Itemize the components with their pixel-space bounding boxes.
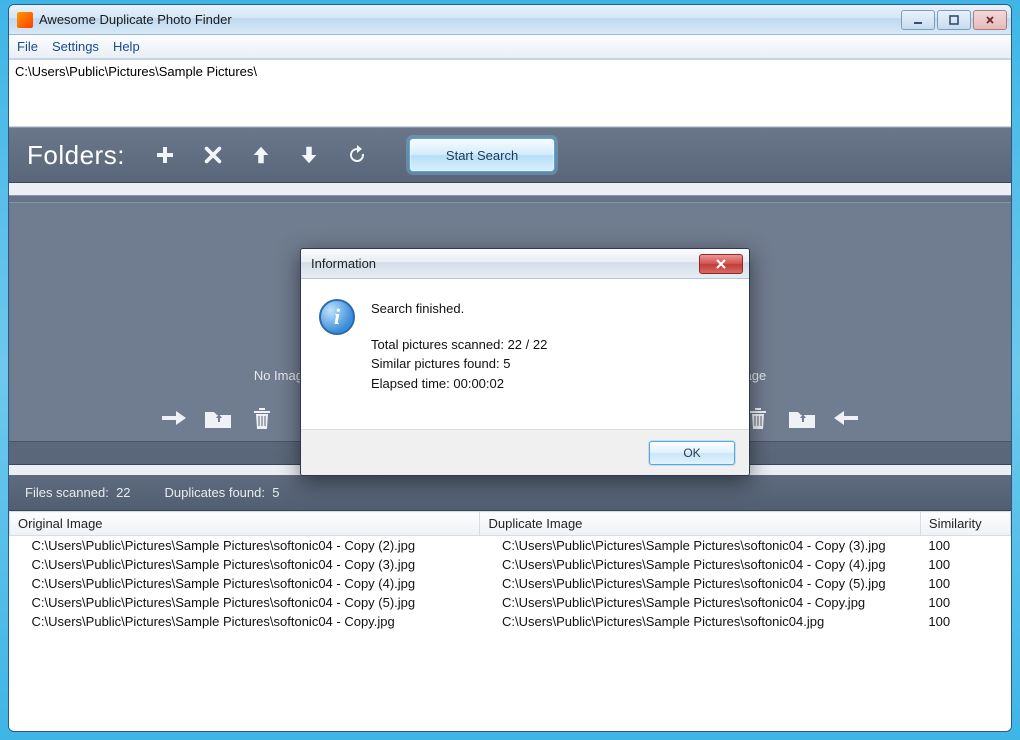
- cell-original: C:\Users\Public\Pictures\Sample Pictures…: [10, 574, 480, 593]
- files-scanned: Files scanned: 22: [25, 485, 131, 500]
- table-row[interactable]: C:\Users\Public\Pictures\Sample Pictures…: [10, 536, 1011, 556]
- cell-similarity: 100: [920, 593, 1010, 612]
- ok-button[interactable]: OK: [649, 441, 735, 465]
- menu-help[interactable]: Help: [113, 39, 140, 54]
- cell-duplicate: C:\Users\Public\Pictures\Sample Pictures…: [480, 593, 920, 612]
- files-scanned-label: Files scanned:: [25, 485, 109, 500]
- dialog-title: Information: [311, 256, 699, 271]
- table-row[interactable]: C:\Users\Public\Pictures\Sample Pictures…: [10, 574, 1011, 593]
- dialog-body: i Search finished. Total pictures scanne…: [301, 279, 749, 429]
- duplicates-found-value: 5: [272, 485, 279, 500]
- cell-similarity: 100: [920, 536, 1010, 556]
- information-dialog: Information i Search finished. Total pic…: [300, 248, 750, 476]
- ok-button-label: OK: [683, 446, 700, 460]
- start-search-button[interactable]: Start Search: [409, 138, 555, 172]
- cell-similarity: 100: [920, 555, 1010, 574]
- col-similarity[interactable]: Similarity: [920, 512, 1010, 536]
- delete-left-button[interactable]: [247, 405, 277, 431]
- col-original[interactable]: Original Image: [10, 512, 480, 536]
- duplicates-found: Duplicates found: 5: [165, 485, 280, 500]
- table-row[interactable]: C:\Users\Public\Pictures\Sample Pictures…: [10, 612, 1011, 631]
- dialog-button-row: OK: [301, 429, 749, 475]
- dialog-line-4: Elapsed time: 00:00:02: [371, 374, 547, 394]
- info-icon: i: [319, 299, 355, 335]
- cell-duplicate: C:\Users\Public\Pictures\Sample Pictures…: [480, 536, 920, 556]
- cell-duplicate: C:\Users\Public\Pictures\Sample Pictures…: [480, 555, 920, 574]
- menu-settings[interactable]: Settings: [52, 39, 99, 54]
- folder-path-entry[interactable]: C:\Users\Public\Pictures\Sample Pictures…: [15, 64, 257, 79]
- window-title: Awesome Duplicate Photo Finder: [39, 12, 901, 27]
- table-row[interactable]: C:\Users\Public\Pictures\Sample Pictures…: [10, 555, 1011, 574]
- dialog-line-2: Total pictures scanned: 22 / 22: [371, 335, 547, 355]
- arrow-left-icon[interactable]: [831, 405, 861, 431]
- original-controls: [159, 405, 277, 431]
- maximize-button[interactable]: [937, 10, 971, 30]
- menubar: File Settings Help: [9, 35, 1011, 59]
- cell-similarity: 100: [920, 574, 1010, 593]
- duplicate-controls: [743, 405, 861, 431]
- table-row[interactable]: C:\Users\Public\Pictures\Sample Pictures…: [10, 593, 1011, 612]
- dialog-line-3: Similar pictures found: 5: [371, 354, 547, 374]
- dialog-text: Search finished. Total pictures scanned:…: [371, 299, 547, 419]
- folders-toolbar: Folders: Start Search: [9, 127, 1011, 183]
- dialog-line-1: Search finished.: [371, 299, 547, 319]
- cell-duplicate: C:\Users\Public\Pictures\Sample Pictures…: [480, 574, 920, 593]
- add-folder-button[interactable]: [151, 141, 179, 169]
- arrow-right-icon[interactable]: [159, 405, 189, 431]
- cell-original: C:\Users\Public\Pictures\Sample Pictures…: [10, 536, 480, 556]
- open-folder-right-button[interactable]: [787, 405, 817, 431]
- titlebar: Awesome Duplicate Photo Finder: [9, 5, 1011, 35]
- cell-original: C:\Users\Public\Pictures\Sample Pictures…: [10, 593, 480, 612]
- remove-folder-button[interactable]: [199, 141, 227, 169]
- cell-original: C:\Users\Public\Pictures\Sample Pictures…: [10, 555, 480, 574]
- open-folder-left-button[interactable]: [203, 405, 233, 431]
- dialog-titlebar: Information: [301, 249, 749, 279]
- menu-file[interactable]: File: [17, 39, 38, 54]
- cell-similarity: 100: [920, 612, 1010, 631]
- app-icon: [17, 12, 33, 28]
- window-controls: [901, 10, 1007, 30]
- start-search-label: Start Search: [446, 148, 518, 163]
- refresh-button[interactable]: [343, 141, 371, 169]
- folder-path-list[interactable]: C:\Users\Public\Pictures\Sample Pictures…: [9, 59, 1011, 127]
- results-table-area[interactable]: Original Image Duplicate Image Similarit…: [9, 511, 1011, 731]
- status-bar: Files scanned: 22 Duplicates found: 5: [9, 475, 1011, 511]
- close-button[interactable]: [973, 10, 1007, 30]
- dialog-close-button[interactable]: [699, 254, 743, 274]
- move-down-button[interactable]: [295, 141, 323, 169]
- folders-label: Folders:: [27, 140, 125, 171]
- cell-duplicate: C:\Users\Public\Pictures\Sample Pictures…: [480, 612, 920, 631]
- duplicates-found-label: Duplicates found:: [165, 485, 265, 500]
- files-scanned-value: 22: [116, 485, 130, 500]
- minimize-button[interactable]: [901, 10, 935, 30]
- results-table: Original Image Duplicate Image Similarit…: [9, 511, 1011, 631]
- cell-original: C:\Users\Public\Pictures\Sample Pictures…: [10, 612, 480, 631]
- move-up-button[interactable]: [247, 141, 275, 169]
- col-duplicate[interactable]: Duplicate Image: [480, 512, 920, 536]
